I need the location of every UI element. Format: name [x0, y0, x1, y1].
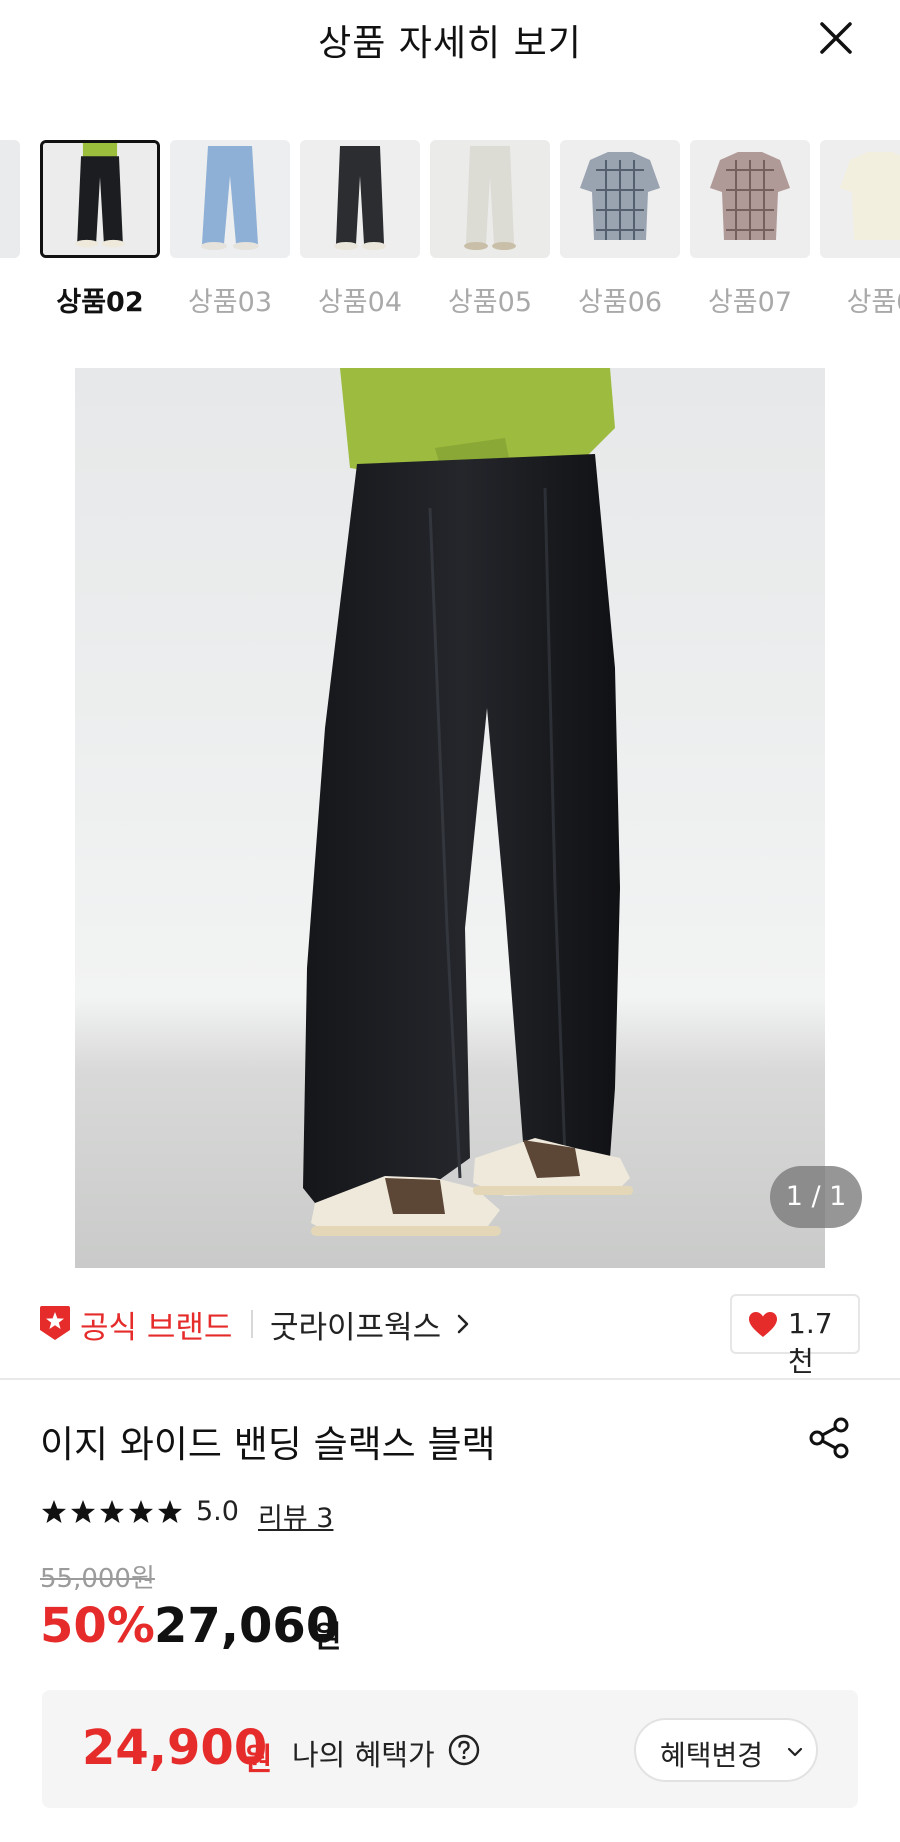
benefit-price-box: 24,900 원 나의 혜택가 혜택변경	[42, 1690, 858, 1808]
benefit-price-label: 나의 혜택가	[292, 1738, 435, 1772]
image-page-indicator: 1 / 1	[770, 1166, 862, 1228]
benefit-price-unit: 원	[244, 1742, 273, 1778]
thumbnail-item[interactable]	[820, 138, 900, 260]
heart-icon	[749, 1312, 777, 1337]
official-badge-icon	[40, 1306, 70, 1340]
main-product-image[interactable]	[75, 368, 825, 1268]
official-brand-label: 공식 브랜드	[80, 1310, 233, 1346]
thumbnail-label: 상품0	[846, 287, 900, 318]
thumbnail-image	[40, 140, 160, 258]
question-icon[interactable]	[448, 1734, 480, 1766]
star-icon	[100, 1500, 124, 1523]
thumbnail-item[interactable]	[560, 138, 680, 260]
thumbnail-label: 상품05	[447, 287, 533, 318]
thumbnail-item[interactable]	[690, 138, 810, 260]
close-button[interactable]	[814, 16, 858, 60]
rating-stars	[42, 1500, 182, 1523]
thumbnail-item[interactable]	[300, 138, 420, 260]
star-icon	[42, 1500, 66, 1523]
thumbnail-label-selected: 상품02	[56, 287, 144, 318]
sale-price: 27,060	[154, 1598, 340, 1654]
header: 상품 자세히 보기	[0, 0, 900, 80]
thumbnail-item[interactable]	[430, 138, 550, 260]
review-link[interactable]: 리뷰 3	[258, 1496, 333, 1535]
thumbnail-image	[430, 140, 550, 258]
share-icon[interactable]	[808, 1416, 852, 1460]
thumbnail-image	[560, 140, 680, 258]
divider	[251, 1310, 253, 1338]
benefit-change-button[interactable]: 혜택변경	[634, 1718, 818, 1782]
thumbnail-label: 1	[0, 280, 20, 311]
like-button[interactable]: 1.7천	[730, 1294, 860, 1378]
rating-value: 5.0	[196, 1496, 239, 1527]
product-photo	[75, 368, 825, 1268]
thumbnail-label: 상품03	[187, 287, 273, 318]
sale-price-unit: 원	[314, 1620, 342, 1655]
thumbnail-label: 상품06	[577, 287, 663, 318]
chevron-down-icon	[787, 1747, 803, 1757]
star-icon	[71, 1500, 95, 1523]
thumbnail-item[interactable]	[170, 138, 290, 260]
thumbnail-item[interactable]	[0, 138, 20, 260]
product-title: 이지 와이드 밴딩 슬랙스 블랙	[40, 1423, 496, 1466]
benefit-price: 24,900	[82, 1720, 268, 1776]
discount-rate: 50%	[40, 1598, 155, 1654]
star-icon	[158, 1500, 182, 1523]
brand-name-link[interactable]: 굿라이프웍스	[270, 1302, 441, 1347]
original-price: 55,000원	[40, 1564, 155, 1594]
close-icon	[820, 22, 852, 54]
benefit-change-label: 혜택변경	[660, 1739, 764, 1772]
brand-row: 공식 브랜드 굿라이프웍스 1.7천	[0, 1272, 900, 1380]
thumbnail-image	[170, 140, 290, 258]
thumbnail-item-selected[interactable]	[40, 138, 160, 260]
thumbnail-label: 상품07	[707, 287, 793, 318]
thumbnail-strip[interactable]: 1 상품02 상품03	[0, 138, 900, 328]
thumbnail-image	[690, 140, 810, 258]
page-title: 상품 자세히 보기	[318, 23, 582, 64]
like-count: 1.7천	[788, 1307, 833, 1378]
thumbnail-image	[0, 140, 20, 258]
thumbnail-image	[300, 140, 420, 258]
star-icon	[129, 1500, 153, 1523]
thumbnail-label: 상품04	[317, 287, 403, 318]
chevron-right-icon[interactable]	[452, 1310, 476, 1338]
thumbnail-image	[820, 140, 900, 258]
